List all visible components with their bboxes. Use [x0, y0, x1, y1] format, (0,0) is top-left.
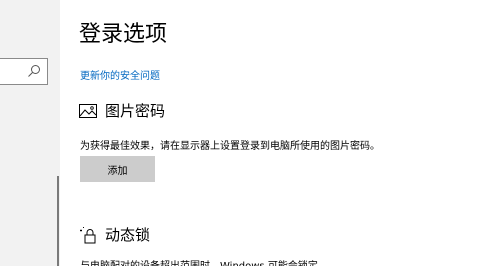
- dynamic-lock-description: 与电脑配对的设备超出范围时，Windows 可能会锁定: [80, 257, 318, 266]
- update-security-questions-link[interactable]: 更新你的安全问题: [80, 67, 160, 82]
- picture-password-title: 图片密码: [105, 102, 166, 120]
- nav-pane: [0, 0, 60, 266]
- nav-scrollbar[interactable]: [57, 176, 59, 266]
- settings-window: 登录选项 更新你的安全问题 图片密码 为获得最佳效果，请在显示器上设置登录到电脑…: [0, 0, 500, 266]
- dynamic-lock-icon: [80, 226, 96, 243]
- picture-password-description: 为获得最佳效果，请在显示器上设置登录到电脑所使用的图片密码。: [80, 141, 380, 152]
- search-input[interactable]: [0, 58, 48, 85]
- page-title: 登录选项: [79, 22, 168, 47]
- add-picture-password-button[interactable]: 添加: [80, 156, 155, 182]
- dynamic-lock-header: 动态锁: [79, 224, 150, 245]
- search-icon: [28, 65, 40, 77]
- dynamic-lock-title: 动态锁: [105, 226, 151, 244]
- picture-icon: [79, 103, 97, 118]
- main-content: 登录选项 更新你的安全问题 图片密码 为获得最佳效果，请在显示器上设置登录到电脑…: [60, 0, 500, 266]
- picture-password-header: 图片密码: [79, 100, 165, 121]
